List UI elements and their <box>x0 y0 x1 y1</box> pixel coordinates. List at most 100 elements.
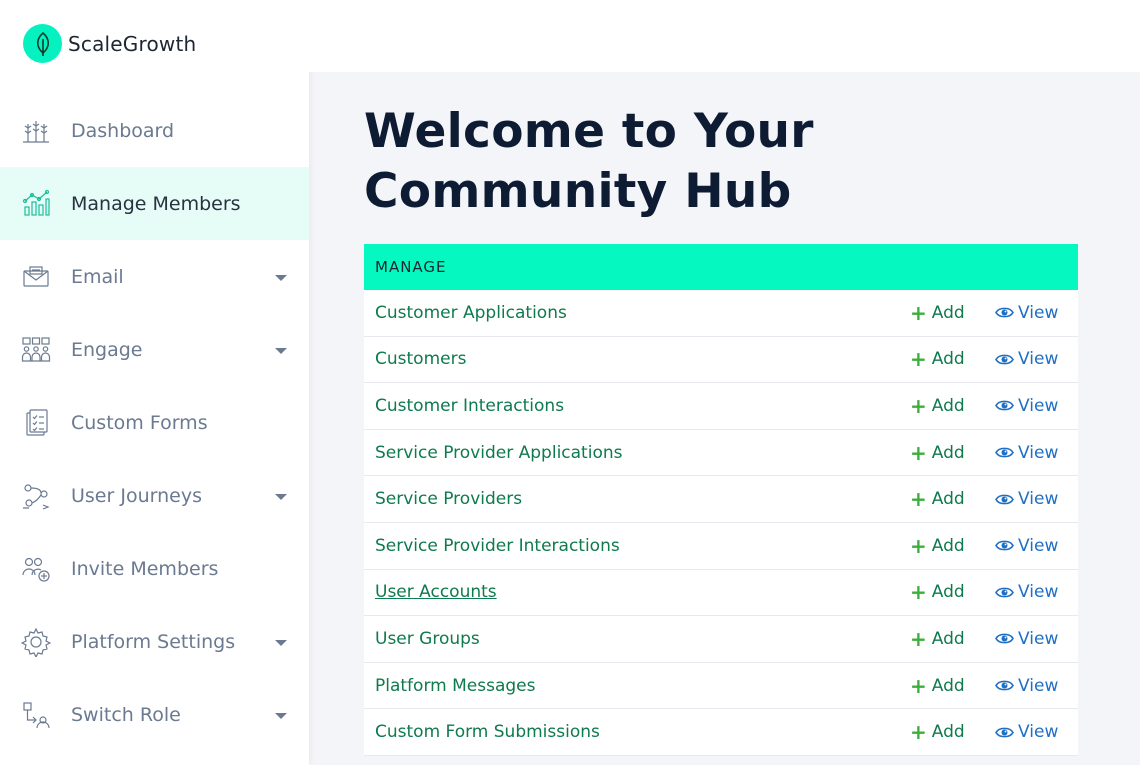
sidebar-item-custom-forms[interactable]: Custom Forms <box>0 386 309 459</box>
view-button[interactable]: View <box>995 629 1058 649</box>
top-bar <box>309 0 1140 72</box>
manage-table: MANAGE Customer Applications + Add View Cust… <box>364 244 1078 756</box>
sidebar-item-label: User Journeys <box>71 484 202 507</box>
chevron-down-icon[interactable] <box>275 712 287 719</box>
sidebar-item-label: Platform Settings <box>71 630 236 653</box>
sidebar-item-label: Dashboard <box>71 119 175 142</box>
eye-icon <box>995 539 1014 552</box>
view-button[interactable]: View <box>995 349 1058 369</box>
sidebar: ScaleGrowth Dashboard Manage Members Ema… <box>0 0 309 765</box>
sidebar-item-switch-role[interactable]: Switch Role <box>0 678 309 751</box>
add-button[interactable]: + Add <box>910 349 965 369</box>
page-title: Welcome to Your Community Hub <box>364 104 814 219</box>
view-label: View <box>1018 628 1059 649</box>
table-row: Service Provider Applications + Add View <box>364 429 1078 477</box>
wheat-icon <box>21 116 51 146</box>
bar-chart-icon <box>21 189 51 219</box>
chevron-down-icon[interactable] <box>275 493 287 500</box>
sidebar-item-platform-settings[interactable]: Platform Settings <box>0 605 309 678</box>
add-button[interactable]: + Add <box>910 722 965 742</box>
leaf-icon <box>23 24 62 63</box>
add-button[interactable]: + Add <box>910 629 965 649</box>
table-row: Custom Form Submissions + Add View <box>364 709 1078 756</box>
eye-icon <box>995 399 1014 412</box>
eye-icon <box>995 353 1014 366</box>
row-link[interactable]: Service Provider Interactions <box>375 536 620 556</box>
sidebar-item-label: Manage Members <box>71 192 241 215</box>
add-label: Add <box>931 302 965 323</box>
plus-icon: + <box>910 720 927 745</box>
eye-icon <box>995 726 1014 739</box>
view-label: View <box>1018 582 1059 603</box>
gear-icon <box>21 627 51 657</box>
view-button[interactable]: View <box>995 303 1058 323</box>
view-button[interactable]: View <box>995 443 1058 463</box>
sidebar-item-manage-members[interactable]: Manage Members <box>0 167 309 240</box>
sidebar-item-dashboard[interactable]: Dashboard <box>0 94 309 167</box>
plus-icon: + <box>910 393 927 418</box>
add-button[interactable]: + Add <box>910 489 965 509</box>
view-button[interactable]: View <box>995 676 1058 696</box>
plus-icon: + <box>910 300 927 325</box>
sidebar-item-engage[interactable]: Engage <box>0 313 309 386</box>
add-label: Add <box>931 582 965 603</box>
table-row: Service Providers + Add View <box>364 476 1078 523</box>
row-link[interactable]: Customer Interactions <box>375 396 564 416</box>
view-label: View <box>1018 349 1059 370</box>
plus-icon: + <box>910 673 927 698</box>
sidebar-item-user-journeys[interactable]: User Journeys <box>0 459 309 532</box>
view-label: View <box>1018 535 1059 556</box>
eye-icon <box>995 632 1014 645</box>
view-button[interactable]: View <box>995 582 1058 602</box>
brand-name: ScaleGrowth <box>68 31 197 56</box>
row-link[interactable]: User Accounts <box>375 582 497 602</box>
row-link[interactable]: Service Providers <box>375 489 522 509</box>
sidebar-item-label: Switch Role <box>71 703 181 726</box>
view-button[interactable]: View <box>995 536 1058 556</box>
sidebar-item-invite-members[interactable]: Invite Members <box>0 532 309 605</box>
table-row: Customer Applications + Add View <box>364 290 1078 337</box>
add-label: Add <box>931 535 965 556</box>
view-button[interactable]: View <box>995 396 1058 416</box>
chevron-down-icon[interactable] <box>275 639 287 646</box>
row-link[interactable]: Customer Applications <box>375 303 567 323</box>
table-header: MANAGE <box>364 244 1078 290</box>
add-button[interactable]: + Add <box>910 443 965 463</box>
sidebar-item-label: Custom Forms <box>71 411 208 434</box>
sidebar-item-label: Email <box>71 265 124 288</box>
add-label: Add <box>931 395 965 416</box>
add-label: Add <box>931 489 965 510</box>
plus-icon: + <box>910 626 927 651</box>
view-label: View <box>1018 442 1059 463</box>
envelope-icon <box>21 262 51 292</box>
plus-icon: + <box>910 487 927 512</box>
chevron-down-icon[interactable] <box>275 274 287 281</box>
view-label: View <box>1018 395 1059 416</box>
eye-icon <box>995 493 1014 506</box>
row-link[interactable]: Customers <box>375 349 466 369</box>
table-header-label: MANAGE <box>375 258 447 276</box>
group-icon <box>21 335 51 365</box>
row-link[interactable]: User Groups <box>375 629 480 649</box>
row-link[interactable]: Service Provider Applications <box>375 443 622 463</box>
sidebar-item-email[interactable]: Email <box>0 240 309 313</box>
add-button[interactable]: + Add <box>910 303 965 323</box>
table-row: Customers + Add View <box>364 336 1078 384</box>
add-button[interactable]: + Add <box>910 396 965 416</box>
table-row: User Accounts + Add View <box>364 569 1078 617</box>
add-button[interactable]: + Add <box>910 536 965 556</box>
add-label: Add <box>931 349 965 370</box>
add-button[interactable]: + Add <box>910 582 965 602</box>
eye-icon <box>995 679 1014 692</box>
view-button[interactable]: View <box>995 722 1058 742</box>
row-link[interactable]: Custom Form Submissions <box>375 722 600 742</box>
chevron-down-icon[interactable] <box>275 347 287 354</box>
row-link[interactable]: Platform Messages <box>375 676 535 696</box>
brand[interactable]: ScaleGrowth <box>23 24 196 63</box>
add-label: Add <box>931 628 965 649</box>
view-label: View <box>1018 722 1059 743</box>
view-label: View <box>1018 675 1059 696</box>
add-button[interactable]: + Add <box>910 676 965 696</box>
view-button[interactable]: View <box>995 489 1058 509</box>
clipboard-icon <box>21 408 51 438</box>
